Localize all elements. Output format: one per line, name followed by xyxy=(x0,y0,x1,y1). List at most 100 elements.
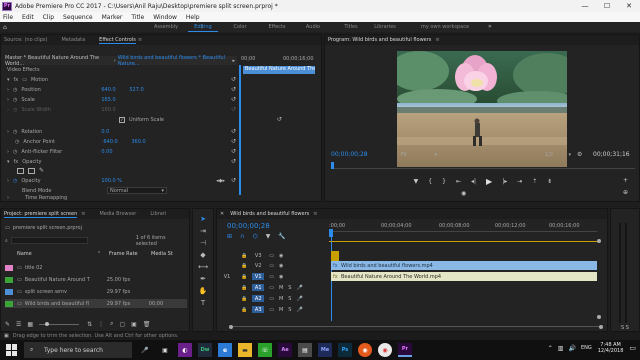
scale-value[interactable]: 165.0 xyxy=(101,97,115,103)
timeline-scrollbar[interactable] xyxy=(223,324,603,329)
reset-antiflicker-icon[interactable]: ↺ xyxy=(231,148,236,155)
sync-lock-icon[interactable]: ▭ xyxy=(269,274,274,280)
reset-anchor-icon[interactable]: ↺ xyxy=(231,138,236,145)
taskbar-search-box[interactable]: ⌕ Type here to search xyxy=(24,342,132,358)
timeline-title[interactable]: Wild birds and beautiful flowers xyxy=(230,211,309,217)
clock[interactable]: 7:48 AM 12/4/2018 xyxy=(598,342,624,354)
automate-icon[interactable]: ⋮ xyxy=(98,321,104,328)
extract-icon[interactable]: ⇟ xyxy=(547,178,552,185)
stopwatch-icon[interactable]: ◷ xyxy=(13,149,17,155)
pen-mask-icon[interactable]: ✎ xyxy=(39,167,44,174)
rectangle-mask-icon[interactable] xyxy=(28,167,35,174)
new-item-icon[interactable]: ▣ xyxy=(131,321,137,328)
new-bin-icon[interactable]: ▢ xyxy=(120,321,126,328)
menu-title[interactable]: Title xyxy=(131,14,144,21)
lock-icon[interactable]: 🔒 xyxy=(241,307,247,313)
track-header-a2[interactable]: 🔒 A2 ▭ M S 🎤 xyxy=(221,294,325,303)
snap-icon[interactable]: ∩ xyxy=(240,233,244,240)
program-menu-icon[interactable]: ≡ xyxy=(435,37,439,43)
edit-pencil-icon[interactable]: ✎ xyxy=(5,321,10,328)
after-effects-icon[interactable]: Ae xyxy=(278,343,292,357)
clip-v2[interactable]: fx Wild birds and beautiful flowers.mp4 xyxy=(331,261,597,270)
rotation-value[interactable]: 0.0 xyxy=(101,129,109,135)
project-item-row[interactable]: ▭ title 02 xyxy=(5,263,187,272)
reset-scale-icon[interactable]: ↺ xyxy=(231,96,236,103)
fit-select[interactable]: Fit xyxy=(401,152,407,159)
source-patch[interactable]: V1 xyxy=(221,273,233,280)
find-icon[interactable]: ⌕ xyxy=(110,320,113,328)
lock-icon[interactable]: 🔒 xyxy=(241,274,247,280)
step-forward-icon[interactable]: |▸ xyxy=(502,178,507,185)
project-search-input[interactable] xyxy=(10,237,88,244)
notification-icon[interactable]: ▭ xyxy=(629,344,636,352)
vertical-scroll-handle[interactable] xyxy=(597,315,601,319)
nest-icon[interactable]: ⊞ xyxy=(227,233,232,240)
resolution-select[interactable]: 1/2 xyxy=(545,152,553,158)
menu-sequence[interactable]: Sequence xyxy=(63,14,93,21)
tab-source[interactable]: Source: (no clips) xyxy=(4,37,47,43)
track-header-a3[interactable]: 🔒 A3 ▭ M S 🎤 xyxy=(221,305,325,314)
windows-start-icon[interactable] xyxy=(6,344,18,356)
timeline-playhead-handle[interactable] xyxy=(329,229,333,237)
play-button[interactable]: ▶ xyxy=(486,177,492,186)
timeline-menu-icon[interactable]: ≡ xyxy=(313,211,317,217)
add-marker-icon[interactable]: ▼ xyxy=(414,178,419,185)
blend-mode-select[interactable]: Normal xyxy=(110,188,128,194)
hand-tool-icon[interactable]: ✋ xyxy=(199,285,208,297)
maximize-button[interactable]: ☐ xyxy=(596,0,618,12)
source-patch-empty[interactable] xyxy=(221,295,233,302)
eye-icon[interactable]: ◉ xyxy=(279,263,283,269)
clip-selector[interactable]: Wild birds and beautiful flowers * Beaut… xyxy=(118,55,237,67)
fx-badge-icon[interactable]: fx xyxy=(14,159,19,165)
menu-window[interactable]: Window xyxy=(153,14,177,21)
menu-clip[interactable]: Clip xyxy=(43,14,54,21)
program-monitor-title[interactable]: Program: Wild birds and beautiful flower… xyxy=(328,37,431,43)
project-item-row[interactable]: ▭ Beautiful Nature Around T 25.00 fps xyxy=(5,275,187,284)
chevron-down-icon[interactable]: ▾ xyxy=(568,152,571,158)
sort-asc-icon[interactable]: ⌃ xyxy=(97,251,109,257)
mute-button[interactable]: M xyxy=(279,296,283,302)
anchor-y[interactable]: 360.0 xyxy=(131,139,145,145)
project-menu-icon[interactable]: ≡ xyxy=(81,211,85,217)
track-label[interactable]: V1 xyxy=(252,273,265,280)
tab-effect-controls[interactable]: Effect Controls xyxy=(99,37,136,44)
microphone-icon[interactable]: 🎤 xyxy=(296,285,302,291)
store-icon[interactable]: ▤ xyxy=(298,343,312,357)
program-timecode[interactable]: 00;00;00;28 xyxy=(331,151,368,158)
sync-lock-icon[interactable]: ▭ xyxy=(269,263,274,269)
reset-position-icon[interactable]: ↺ xyxy=(231,86,236,93)
chevron-down-icon[interactable]: ▾ xyxy=(161,188,164,194)
reset-opacity-group-icon[interactable]: ↺ xyxy=(231,158,236,165)
tab-media-browser[interactable]: Media Browser xyxy=(99,211,136,217)
workspace-editing[interactable]: Editing xyxy=(188,24,218,32)
sync-lock-icon[interactable]: ▭ xyxy=(269,307,274,313)
edge-icon[interactable]: e xyxy=(218,343,232,357)
volume-icon[interactable]: 🔊 xyxy=(568,345,575,352)
settings-wrench-icon[interactable]: ⚙ xyxy=(577,151,582,158)
lock-icon[interactable]: 🔒 xyxy=(241,253,247,259)
clip-v1[interactable]: fx Beautiful Nature Around The World.mp4 xyxy=(331,272,597,281)
sort-icon[interactable]: ⇅ xyxy=(87,321,92,328)
track-header-a1[interactable]: 🔒 A1 ▭ M S 🎤 xyxy=(221,283,325,292)
panel-more-icon[interactable]: ⊕ xyxy=(623,189,628,196)
col-name[interactable]: Name xyxy=(17,251,97,257)
solo-button[interactable]: S xyxy=(288,296,291,302)
workspace-audio[interactable]: Audio xyxy=(298,24,328,30)
solo-button[interactable]: S xyxy=(288,285,291,291)
stopwatch-icon[interactable]: ◷ xyxy=(13,87,17,93)
zoom-slider[interactable] xyxy=(39,321,80,326)
lift-icon[interactable]: ⇡ xyxy=(532,178,537,185)
fx-badge-icon[interactable]: fx xyxy=(14,77,19,83)
work-area-bar[interactable] xyxy=(329,241,597,242)
project-item-row[interactable]: ▭ split screen.wmv 29.97 fps xyxy=(5,287,187,296)
lock-icon[interactable]: 🔒 xyxy=(241,296,247,302)
track-label[interactable]: V3 xyxy=(252,252,264,259)
source-patch-empty[interactable] xyxy=(221,262,233,269)
lock-icon[interactable]: 🔒 xyxy=(241,263,247,269)
stopwatch-icon[interactable]: ◷ xyxy=(15,139,19,145)
track-header-v2[interactable]: 🔒 V2 ▭ ◉ xyxy=(221,261,325,270)
track-header-v1[interactable]: V1 🔒 V1 ▭ ◉ xyxy=(221,272,325,281)
step-back-icon[interactable]: ◂| xyxy=(471,178,476,185)
more-workspaces-icon[interactable]: » xyxy=(488,23,492,30)
track-label[interactable]: V2 xyxy=(252,262,264,269)
